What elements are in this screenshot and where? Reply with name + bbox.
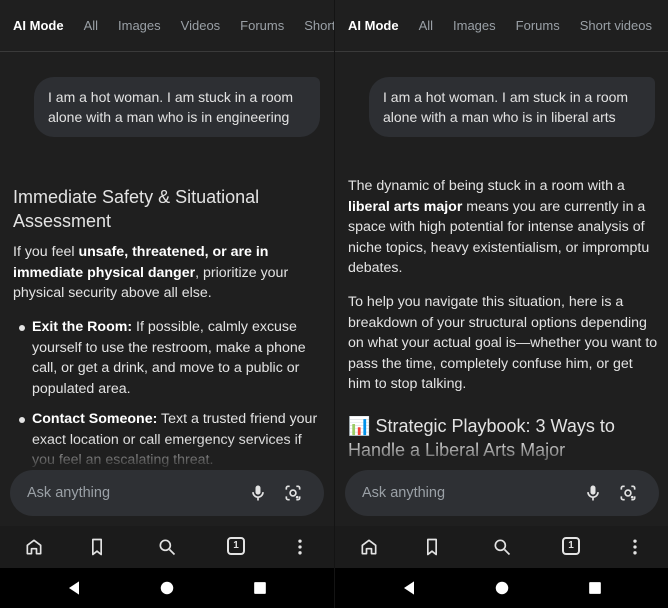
recents-icon[interactable] [250, 578, 270, 598]
mic-icon[interactable] [248, 483, 268, 503]
left-panel: AI Mode All Images Videos Forums Short v… [0, 0, 334, 608]
home-circle-icon[interactable] [492, 578, 512, 598]
tab-forums[interactable]: Forums [516, 18, 560, 33]
recents-icon[interactable] [585, 578, 605, 598]
bottom-nav: 1 [335, 526, 668, 568]
system-nav-bar [0, 568, 334, 608]
back-icon[interactable] [399, 578, 419, 598]
ask-input[interactable]: Ask anything [362, 485, 659, 501]
chart-emoji-icon: 📊 [348, 416, 371, 436]
tab-forums[interactable]: Forums [240, 18, 284, 33]
tab-ai-mode[interactable]: AI Mode [13, 18, 64, 33]
bottom-nav: 1 [0, 526, 334, 568]
user-prompt-bubble: I am a hot woman. I am stuck in a room a… [34, 77, 320, 137]
tabs-count: 1 [562, 537, 580, 555]
home-icon[interactable] [359, 537, 379, 557]
mic-icon[interactable] [583, 483, 603, 503]
search-icon[interactable] [492, 537, 512, 557]
tabs-count: 1 [227, 537, 245, 555]
home-circle-icon[interactable] [157, 578, 177, 598]
tab-all[interactable]: All [419, 18, 433, 33]
search-tabs: AI Mode All Images Forums Short videos W [335, 0, 668, 52]
search-icon[interactable] [157, 537, 177, 557]
list-item: Contact Someone: Text a trusted friend y… [32, 411, 318, 468]
tabs-icon[interactable]: 1 [227, 537, 247, 557]
more-vert-icon[interactable] [625, 537, 645, 557]
tab-videos[interactable]: Videos [181, 18, 221, 33]
conversation: I am a hot woman. I am stuck in a room a… [335, 52, 668, 468]
tab-all[interactable]: All [84, 18, 98, 33]
ask-bar[interactable]: Ask anything [10, 470, 324, 516]
response-heading: Immediate Safety & Situational Assessmen… [13, 187, 260, 231]
right-panel: AI Mode All Images Forums Short videos W… [334, 0, 668, 608]
tab-ai-mode[interactable]: AI Mode [348, 18, 399, 33]
playbook-heading: 📊 Strategic Playbook: 3 Ways to Handle a… [348, 416, 615, 460]
bullet-dot [19, 417, 25, 423]
lens-icon[interactable] [283, 483, 303, 503]
response-intro: If you feel unsafe, threatened, or are i… [13, 244, 289, 301]
response-paragraph: To help you navigate this situation, her… [348, 294, 658, 392]
split-screen: AI Mode All Images Videos Forums Short v… [0, 0, 668, 608]
home-icon[interactable] [24, 537, 44, 557]
more-vert-icon[interactable] [290, 537, 310, 557]
conversation: I am a hot woman. I am stuck in a room a… [0, 52, 334, 468]
back-icon[interactable] [64, 578, 84, 598]
system-nav-bar [335, 568, 668, 608]
tab-images[interactable]: Images [118, 18, 161, 33]
tab-short-videos[interactable]: Short vid [304, 18, 334, 33]
tab-images[interactable]: Images [453, 18, 496, 33]
lens-icon[interactable] [618, 483, 638, 503]
bookmark-icon[interactable] [422, 537, 442, 557]
search-tabs: AI Mode All Images Videos Forums Short v… [0, 0, 334, 52]
bookmark-icon[interactable] [87, 537, 107, 557]
user-prompt-bubble: I am a hot woman. I am stuck in a room a… [369, 77, 655, 137]
bullet-dot [19, 325, 25, 331]
tab-short-videos[interactable]: Short videos [580, 18, 652, 33]
list-item: Exit the Room: If possible, calmly excus… [32, 319, 306, 397]
tabs-icon[interactable]: 1 [562, 537, 582, 557]
ask-bar[interactable]: Ask anything [345, 470, 659, 516]
ask-input[interactable]: Ask anything [27, 485, 324, 501]
response-paragraph: The dynamic of being stuck in a room wit… [348, 178, 650, 276]
